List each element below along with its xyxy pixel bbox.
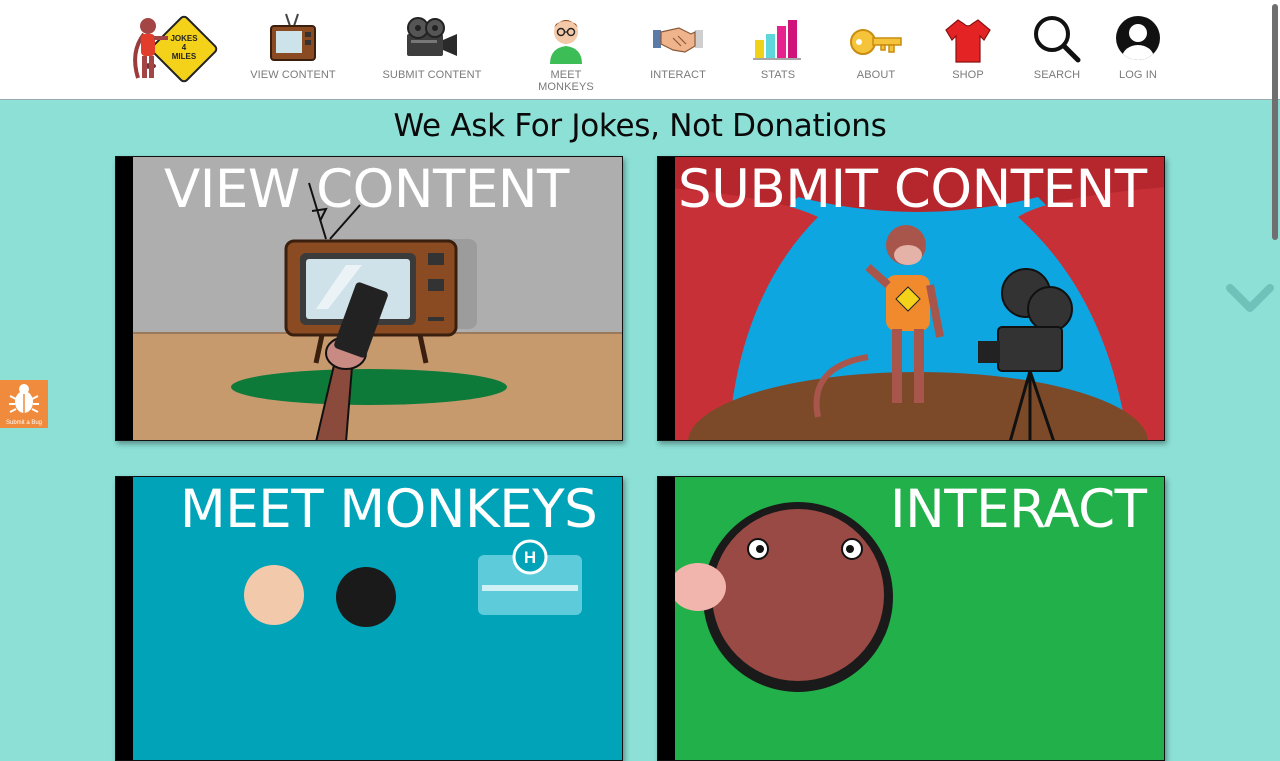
handshake-icon (653, 27, 703, 53)
tile-view-content[interactable]: VIEW CONTENT (115, 156, 623, 441)
logo-text-line-2: 4 (181, 43, 187, 52)
tile-title: SUBMIT CONTENT (678, 159, 1147, 220)
page-scrollbar[interactable] (1270, 0, 1280, 598)
tv-icon (270, 13, 316, 61)
logo-text-line-1: JOKES (170, 34, 198, 43)
tile-left-band (658, 477, 675, 760)
tile-title: VIEW CONTENT (164, 159, 569, 220)
jokes-4-miles-logo[interactable]: JOKES 4 MILES (116, 12, 220, 86)
nav-label: MEET MONKEYS (538, 69, 594, 93)
submit-bug-tab[interactable]: Submit a Bug (0, 380, 48, 428)
svg-text:H: H (524, 548, 536, 567)
tile-left-band (116, 477, 133, 760)
nav-log-in[interactable]: LOG IN (1114, 12, 1162, 92)
nav-about[interactable]: ABOUT (848, 12, 904, 92)
nav-submit-content[interactable]: SUBMIT CONTENT (380, 12, 484, 92)
nav-shop[interactable]: SHOP (942, 12, 994, 92)
tile-left-band (658, 157, 675, 440)
tile-title: MEET MONKEYS (180, 479, 598, 540)
nav-interact[interactable]: INTERACT (646, 12, 710, 92)
scrollbar-thumb[interactable] (1272, 4, 1278, 240)
nav-meet-monkeys[interactable]: MEET MONKEYS (522, 12, 610, 93)
search-icon (1034, 16, 1081, 63)
bar-chart-icon (753, 20, 801, 60)
chevron-down-icon[interactable] (1226, 282, 1274, 316)
tile-left-band (116, 157, 133, 440)
logo-text-line-3: MILES (171, 52, 197, 61)
nav-label: SUBMIT CONTENT (382, 69, 482, 81)
nav-view-content[interactable]: VIEW CONTENT (243, 12, 343, 92)
nav-label: SHOP (952, 69, 984, 81)
tile-meet-monkeys[interactable]: H MEET MONKEYS (115, 476, 623, 761)
movie-camera-icon (407, 17, 457, 56)
key-icon (850, 29, 902, 55)
tile-title: INTERACT (890, 479, 1147, 540)
tile-submit-content[interactable]: SUBMIT CONTENT (657, 156, 1165, 441)
nav-label: ABOUT (856, 69, 896, 81)
tshirt-icon (945, 19, 991, 63)
user-avatar-icon (1116, 16, 1160, 60)
nav-label: VIEW CONTENT (250, 69, 336, 81)
nav-label: SEARCH (1033, 69, 1081, 81)
tile-interact[interactable]: INTERACT (657, 476, 1165, 761)
top-navigation-bar: JOKES 4 MILES VIEW CONTENT SUBMIT CONTEN… (0, 0, 1280, 100)
nav-label: LOG IN (1119, 69, 1157, 81)
submit-bug-label: Submit a Bug (5, 420, 43, 426)
nav-search[interactable]: SEARCH (1030, 12, 1084, 92)
bug-icon (9, 384, 39, 413)
nav-label: STATS (760, 69, 796, 81)
nav-label: INTERACT (650, 69, 706, 81)
page-headline: We Ask For Jokes, Not Donations (393, 108, 887, 144)
nav-stats[interactable]: STATS (750, 12, 806, 92)
person-icon (550, 20, 582, 64)
